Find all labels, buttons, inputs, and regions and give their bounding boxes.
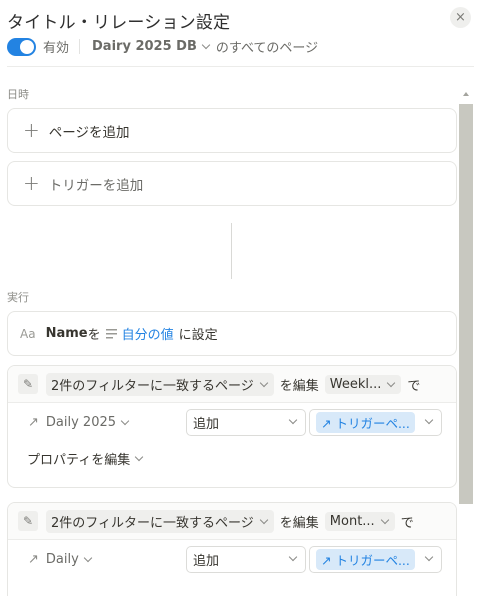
operation-select[interactable]: 追加 xyxy=(186,408,306,436)
plus-icon: + xyxy=(23,170,40,195)
chevron-down-icon[interactable] xyxy=(288,415,298,424)
relation-arrow-icon: ↗ xyxy=(28,414,39,430)
arrow-icon: ↗ xyxy=(321,415,336,431)
add-page-button[interactable]: + ページを追加 xyxy=(7,108,457,153)
operation-value[interactable]: 追加 xyxy=(193,550,219,569)
set-property-action[interactable]: Aa Name を 自分の値 に設定 xyxy=(7,311,457,356)
trigger-page-chip[interactable]: ↗ トリガーペ... xyxy=(316,411,415,433)
particle-text: を xyxy=(87,328,101,343)
chevron-down-icon[interactable] xyxy=(201,40,211,50)
do-section-label: 実行 xyxy=(7,291,29,304)
relation-property-name[interactable]: Daily xyxy=(46,552,79,567)
text-property-icon: Aa xyxy=(20,326,36,341)
edit-action-header: ✎ 2件のフィルターに一致するページ を編集 Weekl... で xyxy=(8,366,456,403)
scrollbar-thumb[interactable] xyxy=(459,104,473,504)
edit-pages-action-2: ✎ 2件のフィルターに一致するページ を編集 Mont... で ↗ Daily… xyxy=(7,502,457,596)
automation-status-row: 有効 Dairy 2025 DB のすべてのページ xyxy=(7,37,318,56)
header-divider xyxy=(7,66,474,67)
target-database-selector[interactable]: Mont... xyxy=(324,511,395,531)
chevron-down-icon[interactable] xyxy=(83,553,93,562)
vertical-scrollbar[interactable] xyxy=(459,84,473,506)
trigger-page-chip[interactable]: ↗ トリガーペ... xyxy=(316,548,415,570)
action-suffix: に設定 xyxy=(178,328,218,343)
add-page-label: ページを追加 xyxy=(48,124,130,141)
enabled-toggle[interactable] xyxy=(7,37,36,56)
filter-selector[interactable]: 2件のフィルターに一致するページ xyxy=(46,509,274,533)
trigger-page-label[interactable]: トリガーペ... xyxy=(335,553,409,568)
edit-properties-button[interactable]: プロパティを編集 xyxy=(27,449,149,468)
chevron-down-icon[interactable] xyxy=(424,552,434,561)
value-select[interactable]: ↗ トリガーペ... xyxy=(309,408,442,436)
de-text: で xyxy=(407,378,421,394)
relation-property[interactable]: ↗ Daily xyxy=(28,552,98,567)
filter-label[interactable]: 2件のフィルターに一致するページ xyxy=(51,512,254,531)
flow-connector-line xyxy=(231,223,232,279)
operation-select[interactable]: 追加 xyxy=(186,545,306,573)
filter-selector[interactable]: 2件のフィルターに一致するページ xyxy=(46,372,274,396)
filter-label[interactable]: 2件のフィルターに一致するページ xyxy=(51,375,254,394)
arrow-icon: ↗ xyxy=(321,552,336,568)
edit-text: を編集 xyxy=(279,378,319,394)
trigger-page-label[interactable]: トリガーペ... xyxy=(335,416,409,431)
edit-text: を編集 xyxy=(279,515,319,531)
panel-header: タイトル・リレーション設定 × 有効 Dairy 2025 DB のすべてのペー… xyxy=(7,7,474,56)
value-token[interactable]: 自分の値 xyxy=(122,324,174,343)
property-name[interactable]: Name xyxy=(46,326,88,341)
chevron-down-icon[interactable] xyxy=(424,415,434,424)
property-edit-row: ↗ Daily 追加 ↗ トリガーペ... xyxy=(8,543,456,575)
chevron-down-icon[interactable] xyxy=(259,515,269,524)
edit-pencil-icon: ✎ xyxy=(18,511,38,531)
plus-icon: + xyxy=(23,117,40,142)
close-button[interactable]: × xyxy=(450,7,471,28)
page-title: タイトル・リレーション設定 xyxy=(7,13,231,33)
enabled-label: 有効 xyxy=(43,41,70,56)
when-section-label: 日時 xyxy=(7,88,29,101)
scroll-up-arrow-icon[interactable] xyxy=(463,92,469,96)
chevron-down-icon[interactable] xyxy=(380,515,389,524)
edit-pages-action-1: ✎ 2件のフィルターに一致するページ を編集 Weekl... で ↗ Dail… xyxy=(7,365,457,488)
relation-property[interactable]: ↗ Daily 2025 xyxy=(28,415,135,430)
chevron-down-icon[interactable] xyxy=(259,378,269,387)
automation-body: 日時 + ページを追加 + トリガーを追加 実行 Aa Name を 自分の値 … xyxy=(0,82,458,596)
relation-arrow-icon: ↗ xyxy=(28,551,39,567)
value-select[interactable]: ↗ トリガーペ... xyxy=(309,545,442,573)
chevron-down-icon[interactable] xyxy=(387,378,396,387)
operation-value[interactable]: 追加 xyxy=(193,413,219,432)
divider xyxy=(79,39,81,54)
database-selector[interactable]: Dairy 2025 DB xyxy=(92,39,216,54)
target-database[interactable]: Weekl... xyxy=(330,377,382,392)
de-text: で xyxy=(400,515,414,531)
edit-action-header: ✎ 2件のフィルターに一致するページ を編集 Mont... で xyxy=(8,503,456,540)
relation-property-name[interactable]: Daily 2025 xyxy=(46,415,116,430)
edit-properties-label[interactable]: プロパティを編集 xyxy=(27,449,130,468)
add-trigger-button[interactable]: + トリガーを追加 xyxy=(7,161,457,206)
close-icon[interactable]: × xyxy=(455,10,466,25)
chevron-down-icon[interactable] xyxy=(288,552,298,561)
property-edit-row: ↗ Daily 2025 追加 ↗ トリガーペ... xyxy=(8,406,456,438)
text-lines-icon xyxy=(105,328,117,339)
edit-pencil-icon: ✎ xyxy=(18,374,38,394)
add-trigger-label: トリガーを追加 xyxy=(48,177,144,194)
target-database[interactable]: Mont... xyxy=(330,514,375,529)
target-database-selector[interactable]: Weekl... xyxy=(324,374,402,394)
database-scope: のすべてのページ xyxy=(215,41,319,56)
database-name[interactable]: Dairy 2025 DB xyxy=(92,39,197,54)
chevron-down-icon[interactable] xyxy=(120,416,130,425)
chevron-down-icon[interactable] xyxy=(134,452,144,462)
